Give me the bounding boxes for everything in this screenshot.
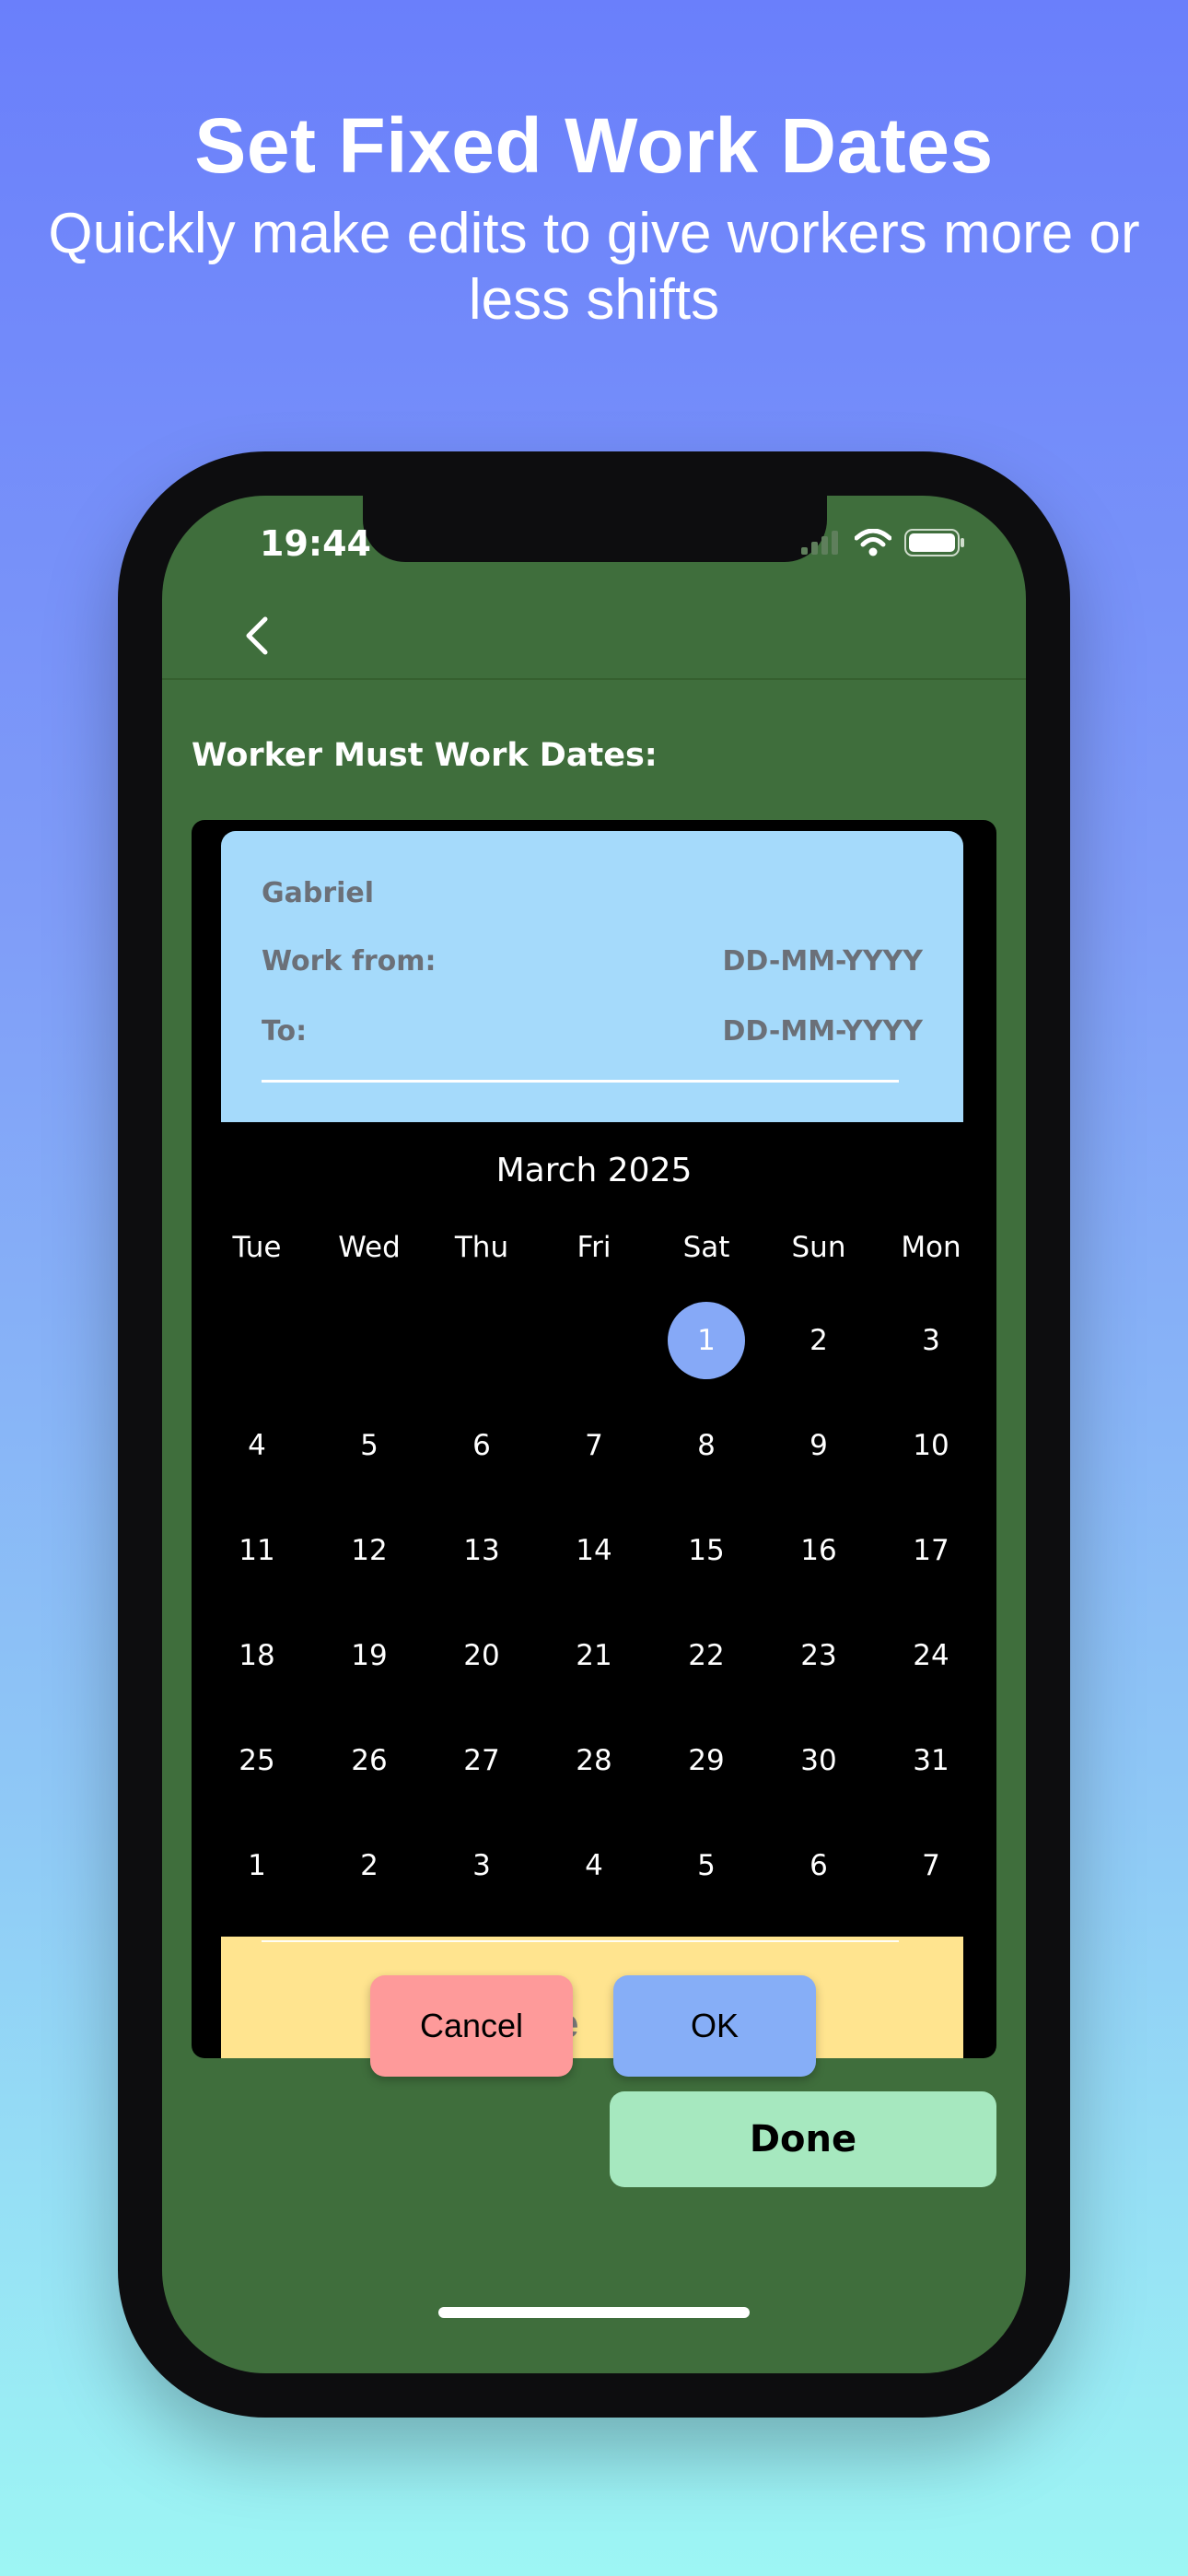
calendar-day-next-month[interactable]: 7 [875, 1813, 987, 1918]
battery-icon [904, 529, 964, 556]
calendar-day[interactable]: 2 [763, 1288, 875, 1393]
calendar-day-next-month[interactable]: 6 [763, 1813, 875, 1918]
promo-title: Set Fixed Work Dates [194, 102, 994, 189]
calendar-day[interactable]: 12 [313, 1498, 425, 1603]
calendar-day[interactable]: 28 [538, 1708, 650, 1813]
calendar-day[interactable]: 11 [201, 1498, 313, 1603]
home-indicator [438, 2307, 750, 2318]
calendar-day[interactable]: 22 [650, 1603, 763, 1708]
calendar-day[interactable]: 25 [201, 1708, 313, 1813]
calendar-day-next-month[interactable]: 3 [425, 1813, 538, 1918]
calendar-day-next-month[interactable]: 1 [201, 1813, 313, 1918]
worker-info-panel: Gabriel Work from: DD-MM-YYYY To: DD-MM-… [221, 831, 963, 1122]
calendar-day[interactable]: 30 [763, 1708, 875, 1813]
nav-divider [162, 678, 1026, 680]
section-label: Worker Must Work Dates: [192, 737, 658, 774]
weekday-label: Thu [454, 1231, 509, 1264]
calendar-day[interactable]: 7 [538, 1393, 650, 1498]
cancel-button[interactable]: Cancel [370, 1975, 573, 2077]
calendar-day[interactable]: 21 [538, 1603, 650, 1708]
work-from-label: Work from: [262, 945, 437, 978]
to-label: To: [262, 1015, 308, 1048]
underlay-panel: ore [221, 1937, 963, 2058]
calendar-day[interactable]: 14 [538, 1498, 650, 1603]
calendar-day-next-month[interactable]: 5 [650, 1813, 763, 1918]
weekday-label: Tue [232, 1231, 282, 1264]
calendar-month-label: March 2025 [495, 1152, 693, 1189]
ok-button[interactable]: OK [613, 1975, 816, 2077]
weekday-label: Wed [338, 1231, 401, 1264]
calendar-day-selected[interactable]: 1 [650, 1288, 763, 1393]
calendar-day-empty [425, 1288, 538, 1393]
calendar-day[interactable]: 6 [425, 1393, 538, 1498]
worker-name: Gabriel [262, 877, 375, 909]
calendar-day[interactable]: 17 [875, 1498, 987, 1603]
info-divider [262, 1080, 899, 1083]
calendar-day[interactable]: 13 [425, 1498, 538, 1603]
to-value[interactable]: DD-MM-YYYY [723, 1015, 923, 1048]
weekday-label: Sun [791, 1231, 846, 1264]
phone-notch [363, 496, 827, 562]
app-screen: 19:44 Worker Must Work Dates: Gabriel Wo… [162, 496, 1026, 2373]
calendar-day[interactable]: 24 [875, 1603, 987, 1708]
calendar-day[interactable]: 18 [201, 1603, 313, 1708]
signal-icon [801, 531, 838, 555]
wifi-icon [855, 529, 891, 556]
underlay-divider [262, 1940, 899, 1942]
status-time: 19:44 [260, 523, 371, 564]
calendar-day[interactable]: 29 [650, 1708, 763, 1813]
calendar-day[interactable]: 19 [313, 1603, 425, 1708]
weekday-label: Sat [682, 1231, 730, 1264]
calendar-day[interactable]: 4 [201, 1393, 313, 1498]
status-icons [801, 529, 965, 556]
calendar-day-empty [538, 1288, 650, 1393]
weekday-label: Fri [577, 1231, 611, 1264]
calendar-day[interactable]: 3 [875, 1288, 987, 1393]
done-button[interactable]: Done [610, 2091, 996, 2187]
calendar-day-empty [201, 1288, 313, 1393]
calendar-day[interactable]: 5 [313, 1393, 425, 1498]
calendar-day[interactable]: 23 [763, 1603, 875, 1708]
chevron-left-icon[interactable] [230, 608, 285, 663]
calendar-day-next-month[interactable]: 2 [313, 1813, 425, 1918]
calendar-day[interactable]: 9 [763, 1393, 875, 1498]
weekday-header: Tue Wed Thu Fri Sat Sun Mon [201, 1231, 987, 1264]
weekday-label: Mon [901, 1231, 961, 1264]
calendar-grid: 1 2 3 4 5 6 7 8 9 10 11 12 13 14 15 16 1… [201, 1288, 987, 1918]
promo-subtitle: Quickly make edits to give workers more … [48, 202, 1140, 332]
calendar-day[interactable]: 26 [313, 1708, 425, 1813]
work-from-value[interactable]: DD-MM-YYYY [723, 945, 923, 978]
calendar-day[interactable]: 8 [650, 1393, 763, 1498]
date-picker-card: Gabriel Work from: DD-MM-YYYY To: DD-MM-… [192, 820, 996, 2058]
calendar-day-next-month[interactable]: 4 [538, 1813, 650, 1918]
calendar-day[interactable]: 20 [425, 1603, 538, 1708]
calendar-day[interactable]: 27 [425, 1708, 538, 1813]
calendar-day[interactable]: 10 [875, 1393, 987, 1498]
calendar-day[interactable]: 15 [650, 1498, 763, 1603]
calendar-day-empty [313, 1288, 425, 1393]
calendar-day[interactable]: 31 [875, 1708, 987, 1813]
calendar-day[interactable]: 16 [763, 1498, 875, 1603]
